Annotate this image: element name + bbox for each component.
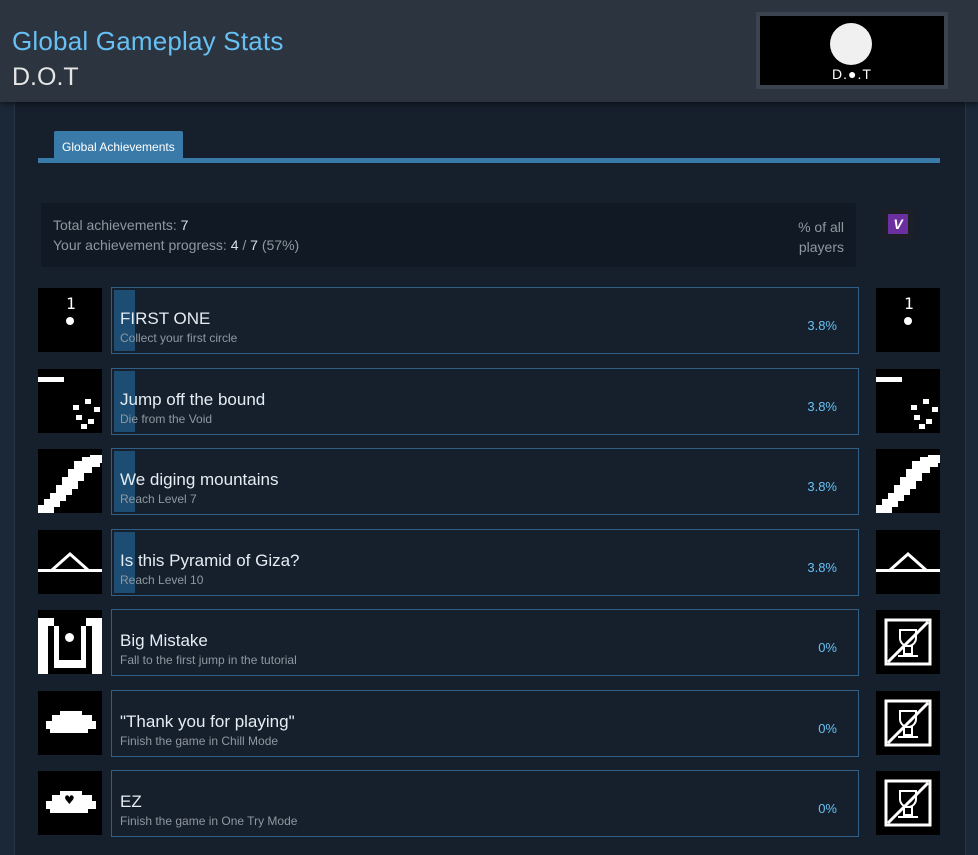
progress-percent: (57%) [261, 237, 300, 253]
progress-sep: / [242, 237, 247, 253]
total-label: Total achievements: [53, 217, 177, 233]
page-header: Global Gameplay Stats D.O.T D.●.T [0, 0, 978, 102]
achievement-name: EZ [120, 792, 142, 811]
achievement-description: Finish the game in One Try Mode [120, 814, 298, 828]
achievement-row[interactable]: Big Mistake Fall to the first jump in the… [111, 609, 859, 676]
achievement-description: Reach Level 7 [120, 492, 197, 506]
tab-global-achievements[interactable]: Global Achievements [54, 131, 183, 159]
achievement-description: Collect your first circle [120, 331, 238, 345]
game-name[interactable]: D.O.T [12, 63, 79, 92]
locked-trophy-icon [876, 610, 940, 674]
void-icon [876, 369, 940, 433]
stairs-icon [876, 449, 940, 513]
achievement-row[interactable]: Is this Pyramid of Giza? Reach Level 10 3.… [111, 529, 859, 596]
achievement-percent: 0% [818, 640, 837, 655]
progress-label: Your achievement progress: [53, 237, 227, 253]
achievement-percent: 0% [818, 801, 837, 816]
achievement-description: Fall to the first jump in the tutorial [120, 653, 297, 667]
achievement-percent: 3.8% [807, 318, 837, 333]
achievement-percent: 0% [818, 721, 837, 736]
achievement-row[interactable]: We diging mountains Reach Level 7 3.8% [111, 448, 859, 515]
achievement-description: Die from the Void [120, 412, 213, 426]
achievement-name: We diging mountains [120, 470, 279, 489]
heart-icon: ♥ [64, 793, 75, 807]
achievement-row[interactable]: Jump off the bound Die from the Void 3.8% [111, 368, 859, 435]
achievement-name: "Thank you for playing" [120, 712, 295, 731]
locked-trophy-icon [876, 771, 940, 835]
achievement-name: Big Mistake [120, 631, 208, 650]
percent-column-header: % of all players [798, 219, 844, 255]
pyramid-icon [876, 530, 940, 594]
progress-total: 7 [250, 237, 258, 253]
first-circle-icon: 1 [38, 288, 102, 352]
locked-trophy-icon [876, 691, 940, 755]
heart-cloud-icon: ♥ [38, 771, 102, 835]
achievement-row[interactable]: "Thank you for playing" Finish the game i… [111, 690, 859, 757]
total-value: 7 [180, 217, 189, 233]
achievement-name: Is this Pyramid of Giza? [120, 551, 300, 570]
achievement-name: FIRST ONE [120, 309, 211, 328]
cloud-icon [38, 691, 102, 755]
achievement-row[interactable]: FIRST ONE Collect your first circle 3.8% [111, 287, 859, 354]
achievement-summary: Total achievements: 7 Your achievement p… [41, 203, 856, 267]
page-title: Global Gameplay Stats [12, 26, 284, 56]
logo-circle-icon [830, 23, 872, 65]
achievement-row[interactable]: EZ Finish the game in One Try Mode 0% [111, 770, 859, 837]
achievement-name: Jump off the bound [120, 390, 266, 409]
achievement-percent: 3.8% [807, 560, 837, 575]
first-circle-icon: 1 [876, 288, 940, 352]
void-icon [38, 369, 102, 433]
user-avatar-icon: V [888, 214, 908, 234]
stairs-icon [38, 449, 102, 513]
logo-text: D.●.T [832, 66, 872, 82]
achievement-description: Finish the game in Chill Mode [120, 734, 279, 748]
achievement-percent: 3.8% [807, 399, 837, 414]
pyramid-icon [38, 530, 102, 594]
game-logo[interactable]: D.●.T [756, 12, 948, 89]
progress-unlocked: 4 [230, 237, 239, 253]
achievement-description: Reach Level 10 [120, 573, 204, 587]
achievement-percent: 3.8% [807, 479, 837, 494]
user-avatar[interactable]: V [882, 209, 914, 239]
pit-icon [38, 610, 102, 674]
